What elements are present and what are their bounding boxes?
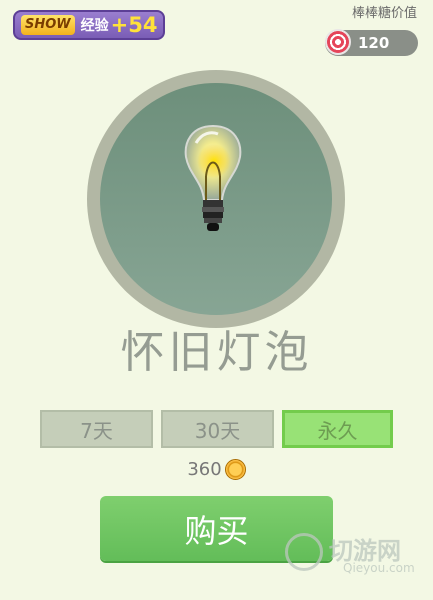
site-watermark: 切游网 Qieyou.com: [285, 528, 425, 588]
coin-icon: [224, 459, 246, 480]
show-exp-badge: SHOW 经验 +54: [13, 10, 165, 40]
show-logo: SHOW: [21, 15, 75, 35]
lollipop-count: 120: [358, 34, 390, 52]
price-display: 360: [0, 459, 433, 480]
watermark-domain: Qieyou.com: [343, 561, 415, 575]
lollipop-icon: [325, 29, 351, 55]
option-permanent[interactable]: 永久: [282, 410, 393, 448]
option-7-days[interactable]: 7天: [40, 410, 153, 448]
exp-value: +54: [110, 13, 158, 37]
light-bulb-icon: [184, 124, 242, 231]
lollipop-balance: 120: [325, 29, 418, 56]
lollipop-value-label: 棒棒糖价值: [351, 6, 417, 21]
price-amount: 360: [187, 459, 222, 480]
option-30-days[interactable]: 30天: [161, 410, 274, 448]
exp-label: 经验: [80, 18, 109, 34]
item-title: 怀旧灯泡: [120, 327, 313, 378]
watermark-logo-icon: [285, 533, 323, 571]
